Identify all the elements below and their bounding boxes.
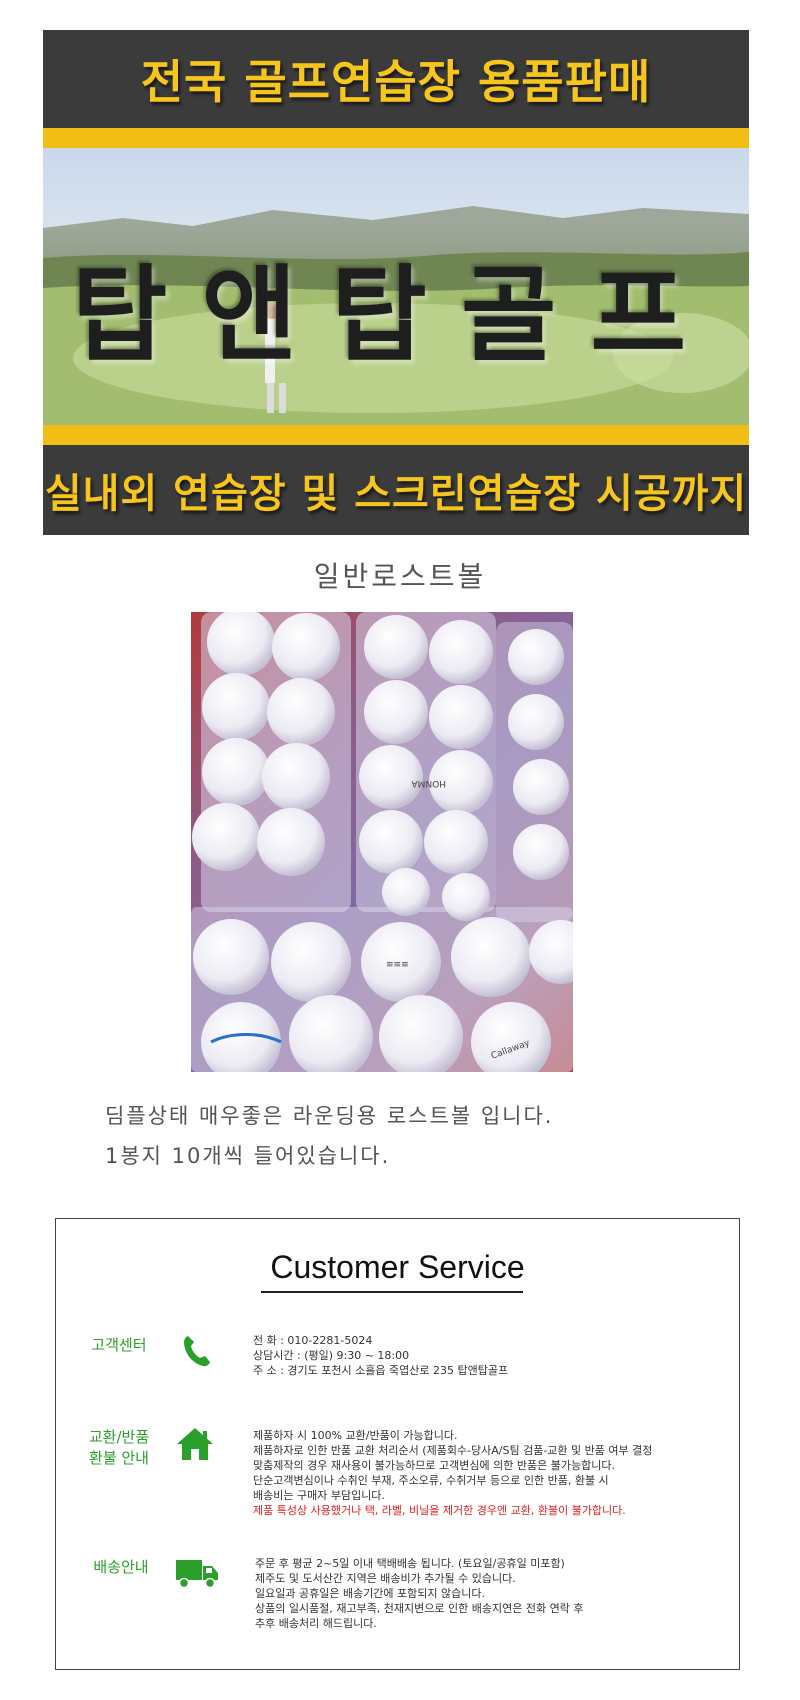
product-description-line-2: 1봉지 10개씩 들어있습니다. — [105, 1144, 391, 1168]
shipping-info: 주문 후 평균 2~5일 이내 택배배송 됩니다. (토요일/공휴일 미포함) … — [255, 1556, 583, 1631]
banner-divider-bottom — [43, 425, 749, 445]
address-line: 주 소 : 경기도 포천시 소흘읍 죽엽산로 235 탑앤탑골프 — [253, 1364, 509, 1377]
golf-balls-photo: HONMA Callaway ≡≡≡ — [191, 612, 573, 1072]
exchange-warning: 제품 특성상 사용했거나 택, 라벨, 비닐을 제거한 경우엔 교환, 환불이 … — [253, 1504, 626, 1517]
exchange-line: 배송비는 구매자 부담입니다. — [253, 1489, 385, 1502]
product-description-line-1: 딤플상태 매우좋은 라운딩용 로스트볼 입니다. — [105, 1104, 554, 1128]
hero-banner: 전국 골프연습장 용품판매 탑앤탑골프 실내외 연습장 및 스크린연습장 시공까… — [43, 30, 749, 535]
shipping-line: 추후 배송처리 해드립니다. — [255, 1617, 377, 1630]
banner-headline: 전국 골프연습장 용품판매 — [140, 55, 652, 109]
exchange-label-line-1: 교환/반품 — [88, 1428, 150, 1446]
shipping-line: 일요일과 공휴일은 배송기간에 포함되지 않습니다. — [255, 1587, 486, 1600]
banner-top-strip: 전국 골프연습장 용품판매 — [43, 30, 749, 128]
exchange-line: 제품하자로 인한 반품 교환 처리순서 (제품회수-당사A/S팀 검품-교환 및… — [253, 1444, 653, 1457]
exchange-refund-info: 제품하자 시 100% 교환/반품이 가능합니다. 제품하자로 인한 반품 교환… — [253, 1428, 652, 1518]
home-icon — [176, 1427, 214, 1465]
shipping-label: 배송안내 — [93, 1558, 149, 1576]
shipping-line: 제주도 및 도서산간 지역은 배송비가 추가될 수 있습니다. — [255, 1572, 516, 1585]
exchange-refund-label: 교환/반품 환불 안내 — [83, 1427, 155, 1469]
banner-divider-top — [43, 128, 749, 148]
exchange-label-line-2: 환불 안내 — [89, 1449, 149, 1467]
customer-service-title: Customer Service — [270, 1249, 525, 1285]
phone-line: 전 화 : 010-2281-5024 — [253, 1334, 373, 1347]
title-underline — [261, 1291, 523, 1293]
shipping-line: 주문 후 평균 2~5일 이내 택배배송 됩니다. (토요일/공휴일 미포함) — [255, 1557, 565, 1570]
exchange-line: 단순고객변심이나 수취인 부재, 주소오류, 수취거부 등으로 인한 반품, 환… — [253, 1474, 609, 1487]
customer-center-label: 고객센터 — [91, 1336, 147, 1354]
customer-service-panel: Customer Service 고객센터 전 화 : 010-2281-502… — [55, 1218, 740, 1670]
truck-icon — [175, 1557, 219, 1593]
product-title: 일반로스트볼 — [313, 560, 487, 593]
customer-center-info: 전 화 : 010-2281-5024 상담시간 : (평일) 9:30 ~ 1… — [253, 1333, 508, 1378]
banner-bottom-strip: 실내외 연습장 및 스크린연습장 시공까지 — [43, 445, 749, 535]
banner-subheadline: 실내외 연습장 및 스크린연습장 시공까지 — [44, 471, 748, 517]
golf-course-photo: 탑앤탑골프 — [43, 148, 749, 425]
svg-text:≡≡≡: ≡≡≡ — [386, 960, 409, 970]
hours-line: 상담시간 : (평일) 9:30 ~ 18:00 — [253, 1349, 410, 1362]
exchange-line: 맞춤제작의 경우 재사용이 불가능하므로 고객변심에 의한 반품은 불가능합니다… — [253, 1459, 615, 1472]
svg-text:HONMA: HONMA — [411, 778, 446, 788]
brand-name: 탑앤탑골프 — [71, 254, 721, 376]
exchange-line: 제품하자 시 100% 교환/반품이 가능합니다. — [253, 1429, 458, 1442]
phone-icon — [182, 1334, 212, 1372]
shipping-line: 상품의 일시품절, 재고부족, 천재지변으로 인한 배송지연은 전화 연락 후 — [255, 1602, 584, 1615]
